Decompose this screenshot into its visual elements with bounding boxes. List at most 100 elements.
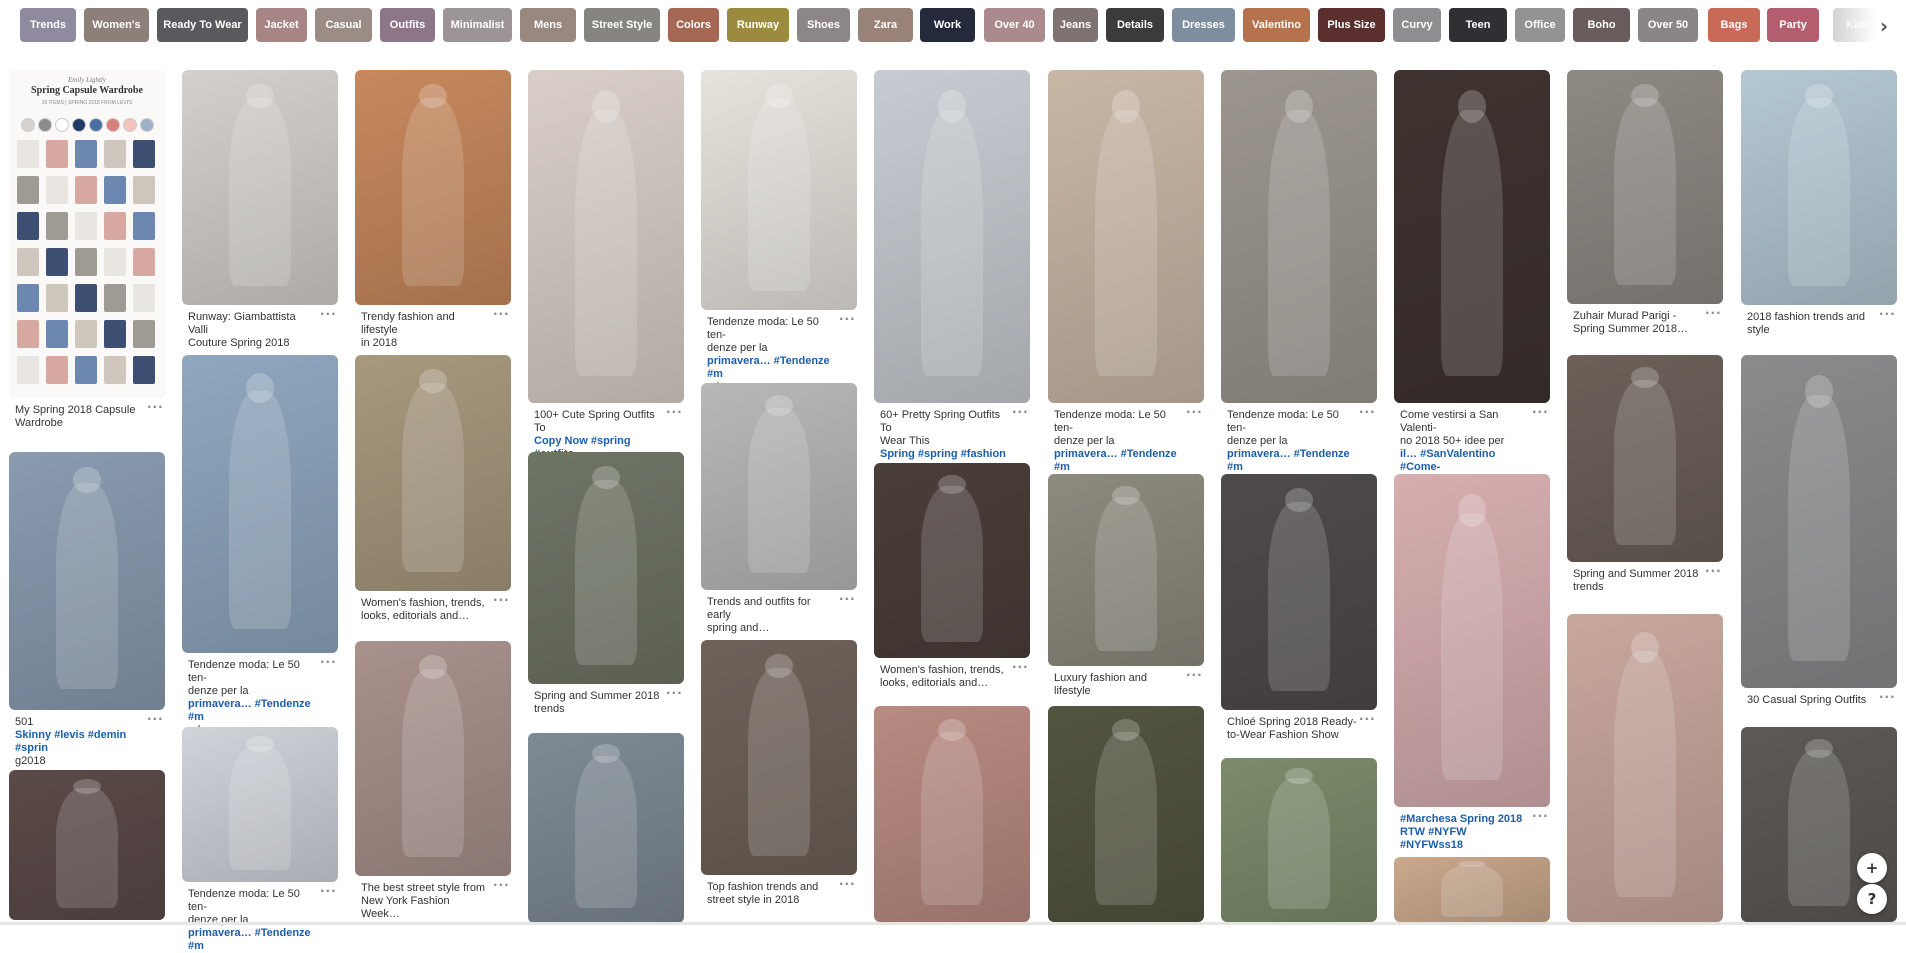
more-options-icon[interactable]: ··· — [1186, 405, 1203, 419]
pin-caption[interactable]: Spring and Summer 2018 trends — [1573, 568, 1703, 594]
more-options-icon[interactable]: ··· — [1012, 405, 1029, 419]
more-options-icon[interactable]: ··· — [320, 655, 337, 669]
chevron-right-icon[interactable]: › — [1872, 12, 1896, 40]
pin-image[interactable] — [355, 641, 511, 876]
pin-image[interactable] — [182, 355, 338, 653]
pin-image[interactable] — [528, 70, 684, 403]
pin-image[interactable] — [1048, 70, 1204, 403]
pin-image[interactable] — [1221, 70, 1377, 403]
tag-women-s[interactable]: Women's — [84, 8, 149, 42]
tag-jeans[interactable]: Jeans — [1053, 8, 1098, 42]
tag-dresses[interactable]: Dresses — [1172, 8, 1235, 42]
pin-image[interactable] — [1741, 355, 1897, 688]
tag-trends[interactable]: Trends — [20, 8, 76, 42]
tag-street-style[interactable]: Street Style — [584, 8, 660, 42]
pin-caption[interactable]: Women's fashion, trends, looks, editorial… — [361, 597, 491, 623]
tag-outfits[interactable]: Outfits — [380, 8, 435, 42]
pin-image[interactable] — [1567, 355, 1723, 562]
pin-image[interactable] — [874, 70, 1030, 403]
more-options-icon[interactable]: ··· — [839, 592, 856, 606]
pin-caption[interactable]: 2018 fashion trends and style — [1747, 311, 1877, 337]
pin-image[interactable] — [1567, 614, 1723, 922]
tag-shoes[interactable]: Shoes — [797, 8, 850, 42]
pin-image[interactable] — [874, 706, 1030, 922]
more-options-icon[interactable]: ··· — [147, 712, 164, 726]
more-options-icon[interactable]: ··· — [839, 877, 856, 891]
more-options-icon[interactable]: ··· — [320, 307, 337, 321]
tag-office[interactable]: Office — [1515, 8, 1565, 42]
pin-image[interactable] — [355, 355, 511, 591]
pin-image[interactable] — [1048, 706, 1204, 922]
tag-jacket[interactable]: Jacket — [256, 8, 307, 42]
more-options-icon[interactable]: ··· — [666, 686, 683, 700]
tag-minimalist[interactable]: Minimalist — [443, 8, 512, 42]
pin-image[interactable] — [182, 70, 338, 305]
tag-valentino[interactable]: Valentino — [1243, 8, 1310, 42]
tag-curvy[interactable]: Curvy — [1393, 8, 1441, 42]
tag-details[interactable]: Details — [1106, 8, 1164, 42]
pin-image[interactable] — [528, 452, 684, 684]
tag-zara[interactable]: Zara — [858, 8, 913, 42]
pin-image[interactable] — [9, 770, 165, 920]
tag-party[interactable]: Party — [1767, 8, 1819, 42]
more-options-icon[interactable]: ··· — [1879, 307, 1896, 321]
pin-caption[interactable]: Spring and Summer 2018 trends — [534, 690, 664, 716]
more-options-icon[interactable]: ··· — [493, 593, 510, 607]
help-icon[interactable]: ? — [1857, 884, 1887, 914]
plus-icon[interactable]: + — [1857, 853, 1887, 883]
more-options-icon[interactable]: ··· — [839, 312, 856, 326]
more-options-icon[interactable]: ··· — [1705, 306, 1722, 320]
pin-image[interactable] — [1741, 70, 1897, 305]
pin-image[interactable] — [1394, 70, 1550, 403]
tag-work[interactable]: Work — [920, 8, 975, 42]
pin-image[interactable] — [1221, 474, 1377, 710]
tag-teen[interactable]: Teen — [1449, 8, 1507, 42]
pin-caption[interactable]: Luxury fashion and lifestyle — [1054, 672, 1184, 698]
pin-image[interactable] — [701, 70, 857, 310]
more-options-icon[interactable]: ··· — [320, 884, 337, 898]
more-options-icon[interactable]: ··· — [1359, 712, 1376, 726]
pin-caption[interactable]: Chloé Spring 2018 Ready-to-Wear Fashion … — [1227, 716, 1357, 742]
pin-caption[interactable]: My Spring 2018 Capsule Wardrobe — [15, 404, 145, 430]
pin-image[interactable] — [9, 452, 165, 710]
tag-mens[interactable]: Mens — [520, 8, 576, 42]
pin-image[interactable] — [355, 70, 511, 305]
pin-caption[interactable]: Tendenze moda: Le 50 ten-denze per la pri… — [188, 888, 318, 953]
pin-caption[interactable]: 60+ Pretty Spring Outfits To Wear This Spr… — [880, 409, 1010, 461]
more-options-icon[interactable]: ··· — [1532, 405, 1549, 419]
pin-image[interactable] — [701, 640, 857, 875]
more-options-icon[interactable]: ··· — [1705, 564, 1722, 578]
pin-caption[interactable]: Runway: Giambattista Valli Couture Spring… — [188, 311, 318, 350]
pin-caption[interactable]: Zuhair Murad Parigi - Spring Summer 2018… — [1573, 310, 1703, 336]
tag-colors[interactable]: Colors — [668, 8, 719, 42]
pin-image[interactable] — [1567, 70, 1723, 304]
pin-caption[interactable]: Women's fashion, trends, looks, editorial… — [880, 664, 1010, 690]
pin-caption[interactable]: 30 Casual Spring Outfits — [1747, 694, 1877, 707]
tag-ready-to-wear[interactable]: Ready To Wear — [157, 8, 248, 42]
more-options-icon[interactable]: ··· — [1012, 660, 1029, 674]
pin-image[interactable] — [1048, 474, 1204, 666]
more-options-icon[interactable]: ··· — [1879, 690, 1896, 704]
more-options-icon[interactable]: ··· — [493, 307, 510, 321]
pin-image[interactable] — [1394, 474, 1550, 807]
more-options-icon[interactable]: ··· — [666, 405, 683, 419]
tag-runway[interactable]: Runway — [727, 8, 789, 42]
pin-caption[interactable]: The best street style from New York Fashi… — [361, 882, 491, 921]
pin-image[interactable] — [874, 463, 1030, 658]
pin-caption[interactable]: #Marchesa Spring 2018 RTW #NYFW #NYFWss18 — [1400, 813, 1530, 852]
pin-caption[interactable]: Trends and outfits for early spring and… — [707, 596, 837, 635]
pin-caption[interactable]: Trendy fashion and lifestyle in 2018 — [361, 311, 491, 350]
pin-caption[interactable]: Top fashion trends and street style in 20… — [707, 881, 837, 907]
pin-caption[interactable]: 501 Skinny #levis #demin #sprin g2018 — [15, 716, 145, 768]
pin-image[interactable] — [1221, 758, 1377, 922]
tag-over-50[interactable]: Over 50 — [1638, 8, 1698, 42]
tag-over-40[interactable]: Over 40 — [984, 8, 1045, 42]
more-options-icon[interactable]: ··· — [1186, 668, 1203, 682]
tag-casual[interactable]: Casual — [315, 8, 372, 42]
more-options-icon[interactable]: ··· — [147, 400, 164, 414]
pin-image[interactable] — [182, 727, 338, 882]
tag-bags[interactable]: Bags — [1708, 8, 1760, 42]
more-options-icon[interactable]: ··· — [493, 878, 510, 892]
tag-plus-size[interactable]: Plus Size — [1318, 8, 1385, 42]
more-options-icon[interactable]: ··· — [1359, 405, 1376, 419]
